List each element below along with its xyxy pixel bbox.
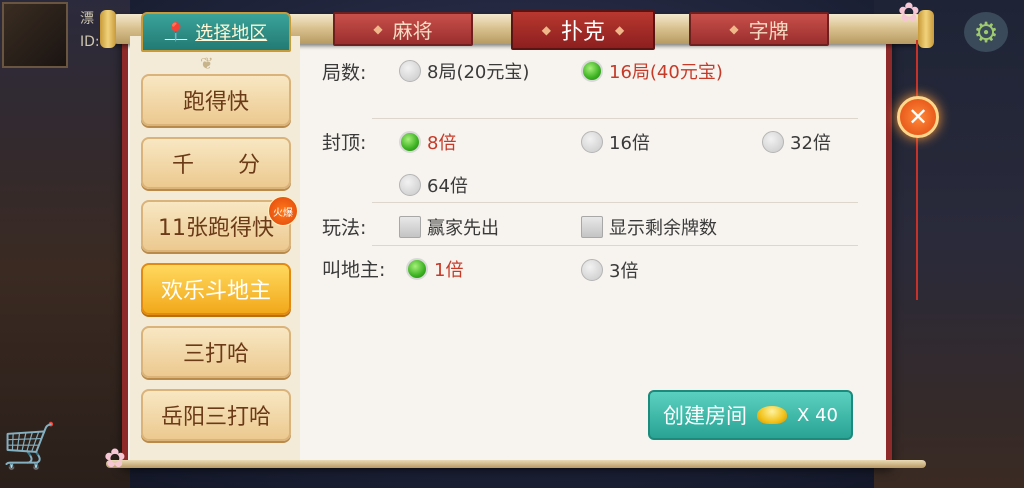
- radio-button[interactable]: [406, 258, 428, 280]
- blossom-decoration: ✿: [104, 444, 126, 474]
- rules-label: 玩法:: [322, 217, 367, 239]
- bid-option-1[interactable]: 1倍: [406, 256, 463, 282]
- radio-button[interactable]: [399, 174, 421, 196]
- rule-winner-first[interactable]: 赢家先出: [399, 214, 499, 240]
- player-name: 漂: [80, 11, 94, 27]
- cap-option-64[interactable]: 64倍: [399, 172, 468, 198]
- rounds-option-8[interactable]: 8局(20元宝): [399, 58, 529, 84]
- select-region-button[interactable]: 📍 选择地区: [141, 12, 291, 52]
- divider: [372, 118, 858, 119]
- rule-show-remaining[interactable]: 显示剩余牌数: [581, 214, 717, 240]
- shop-cart-icon[interactable]: 🛒: [2, 420, 72, 480]
- create-room-label: 创建房间: [663, 404, 748, 428]
- ornament-icon: ❦: [200, 54, 214, 73]
- radio-button[interactable]: [581, 259, 603, 281]
- checkbox[interactable]: [581, 216, 603, 238]
- option-label: 32倍: [790, 133, 831, 154]
- checkbox[interactable]: [399, 216, 421, 238]
- radio-button[interactable]: [581, 131, 603, 153]
- bid-option-3[interactable]: 3倍: [581, 257, 638, 283]
- diamond-icon: ◆: [541, 23, 551, 37]
- radio-button[interactable]: [399, 60, 421, 82]
- divider: [372, 202, 858, 203]
- option-label: 64倍: [427, 176, 468, 197]
- tab-label: 字牌: [748, 18, 789, 43]
- option-label: 8倍: [427, 133, 457, 154]
- diamond-icon: ◆: [615, 23, 625, 37]
- cap-option-8[interactable]: 8倍: [399, 129, 456, 155]
- location-pin-icon: 📍: [164, 21, 188, 43]
- option-label: 赢家先出: [427, 218, 499, 239]
- gold-ingot-icon: [757, 406, 788, 424]
- cap-option-16[interactable]: 16倍: [581, 129, 650, 155]
- tab-label: 扑克: [560, 20, 605, 45]
- background-left: [0, 0, 130, 488]
- tassel-decoration: [916, 40, 918, 300]
- radio-button[interactable]: [581, 60, 603, 82]
- game-item-yueyang-sandaha[interactable]: 岳阳三打哈: [141, 389, 291, 441]
- cap-option-32[interactable]: 32倍: [762, 129, 831, 155]
- create-room-button[interactable]: 创建房间 X 40: [648, 390, 853, 440]
- radio-button[interactable]: [399, 131, 421, 153]
- avatar[interactable]: [2, 2, 68, 68]
- option-label: 8局(20元宝): [427, 62, 530, 83]
- scroll-rod-bottom: [106, 460, 926, 468]
- close-icon: ✕: [907, 103, 929, 131]
- hot-badge: 火爆: [268, 196, 298, 226]
- option-label: 显示剩余牌数: [609, 218, 717, 239]
- blossom-decoration: ✿: [898, 0, 920, 28]
- rounds-option-16[interactable]: 16局(40元宝): [581, 58, 723, 84]
- tab-mahjong[interactable]: ◆ 麻将: [333, 12, 473, 46]
- radio-button[interactable]: [762, 131, 784, 153]
- rounds-label: 局数:: [322, 62, 367, 84]
- cap-label: 封顶:: [322, 132, 367, 154]
- cost-label: X 40: [797, 404, 838, 426]
- diamond-icon: ◆: [373, 22, 383, 36]
- option-label: 16局(40元宝): [609, 62, 723, 83]
- tab-poker[interactable]: ◆ 扑克 ◆: [511, 10, 655, 50]
- game-item-sandaha[interactable]: 三打哈: [141, 326, 291, 378]
- close-button[interactable]: ✕: [897, 96, 939, 138]
- tab-zipai[interactable]: ◆ 字牌: [689, 12, 829, 46]
- divider: [372, 245, 858, 246]
- player-id: ID:: [80, 34, 100, 50]
- bid-label: 叫地主:: [322, 259, 386, 281]
- gear-icon[interactable]: ⚙: [964, 12, 1008, 52]
- scroll-cap-left: [100, 10, 116, 48]
- background-right: [874, 0, 1024, 488]
- game-item-paodekuai[interactable]: 跑得快: [141, 74, 291, 126]
- option-label: 3倍: [609, 261, 639, 282]
- option-label: 16倍: [609, 133, 650, 154]
- select-region-label: 选择地区: [195, 23, 268, 44]
- game-item-qianfen[interactable]: 千 分: [141, 137, 291, 189]
- tab-label: 麻将: [392, 18, 433, 43]
- scroll-cap-right: [918, 10, 934, 48]
- game-item-doudizhu[interactable]: 欢乐斗地主: [141, 263, 291, 315]
- diamond-icon: ◆: [729, 22, 739, 36]
- option-label: 1倍: [434, 260, 464, 281]
